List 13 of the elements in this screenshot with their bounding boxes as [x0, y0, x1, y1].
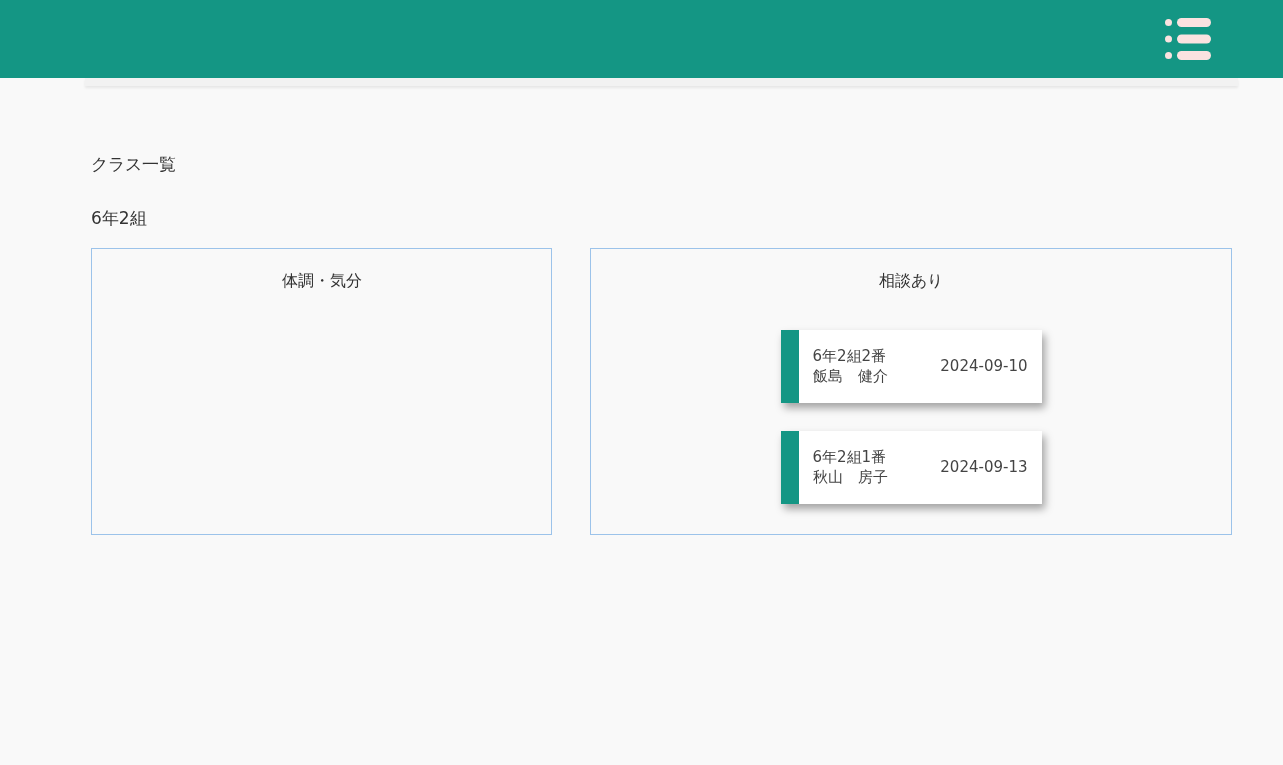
menu-icon[interactable] [1165, 18, 1211, 60]
student-number: 6年2組2番 [812, 346, 888, 367]
student-name: 飯島 健介 [812, 366, 889, 387]
consultation-card[interactable]: 6年2組2番 飯島 健介 2024-09-10 [780, 329, 1042, 403]
consultation-date: 2024-09-10 [940, 356, 1028, 377]
page-title: クラス一覧 [91, 154, 177, 175]
student-number: 6年2組1番 [812, 447, 888, 468]
class-name: 6年2組 [91, 207, 148, 231]
panel-title: 体調・気分 [281, 269, 362, 292]
consultation-date: 2024-09-13 [940, 457, 1028, 478]
student-name: 秋山 房子 [812, 467, 889, 488]
panel-title: 相談あり [879, 269, 943, 292]
consultation-card[interactable]: 6年2組1番 秋山 房子 2024-09-13 [780, 430, 1042, 504]
